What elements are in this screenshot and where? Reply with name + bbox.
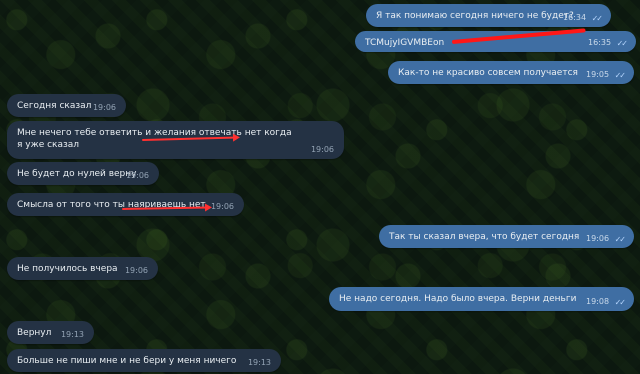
message-time: 16:35 <box>587 38 612 47</box>
message-time: 19:05 <box>585 70 610 79</box>
read-receipt-icon: ✓✓ <box>614 235 626 244</box>
message-meta: 19:08 ✓✓ <box>585 297 626 307</box>
incoming-message[interactable]: Больше не пиши мне и не бери у меня ниче… <box>7 349 281 372</box>
message-meta: 16:34 ✓✓ <box>562 13 603 23</box>
message-text: Вернул <box>17 328 52 338</box>
message-meta: 16:35 ✓✓ <box>587 38 628 48</box>
message-time: 19:13 <box>60 330 84 339</box>
message-text: TCMujyIGVMBEon <box>365 38 445 48</box>
read-receipt-icon: ✓✓ <box>616 39 628 48</box>
outgoing-message[interactable]: Так ты сказал вчера, что будет сегодня 1… <box>379 225 634 248</box>
outgoing-message[interactable]: TCMujyIGVMBEon 16:35 ✓✓ <box>355 31 636 52</box>
incoming-message[interactable]: Вернул 19:13 <box>7 321 94 344</box>
incoming-message[interactable]: Не будет до нулей верну 19:06 <box>7 162 159 185</box>
read-receipt-icon: ✓✓ <box>614 298 626 307</box>
message-text: Смысла от того что ты наяриваешь нет <box>17 200 206 210</box>
message-text: Не получилось вчера <box>17 264 118 274</box>
message-text: Так ты сказал вчера, что будет сегодня <box>389 232 580 242</box>
message-text: Сегодня сказал <box>17 101 92 111</box>
outgoing-message[interactable]: Не надо сегодня. Надо было вчера. Верни … <box>329 287 634 311</box>
chat-background <box>0 0 640 374</box>
message-time: 19:13 <box>247 358 271 367</box>
outgoing-message[interactable]: Я так понимаю сегодня ничего не будет? 1… <box>366 4 611 27</box>
message-time: 19:06 <box>125 171 149 180</box>
read-receipt-icon: ✓✓ <box>591 14 603 23</box>
message-text: Не будет до нулей верну <box>17 169 137 179</box>
message-meta: 19:06 ✓✓ <box>585 234 626 244</box>
message-time: 19:06 <box>210 202 234 211</box>
read-receipt-icon: ✓✓ <box>614 71 626 80</box>
message-time: 19:06 <box>585 234 610 243</box>
message-text: Я так понимаю сегодня ничего не будет? <box>376 11 574 21</box>
message-time: 19:06 <box>310 145 334 154</box>
outgoing-message[interactable]: Как-то не красиво совсем получается 19:0… <box>388 61 634 84</box>
message-time: 19:08 <box>585 297 610 306</box>
message-text: Не надо сегодня. Надо было вчера. Верни … <box>339 294 577 304</box>
message-text: Как-то не красиво совсем получается <box>398 68 578 78</box>
message-time: 16:34 <box>562 13 587 22</box>
incoming-message[interactable]: Сегодня сказал 19:06 <box>7 94 126 117</box>
message-time: 19:06 <box>92 103 116 112</box>
message-text: Больше не пиши мне и не бери у меня ниче… <box>17 356 237 366</box>
message-meta: 19:05 ✓✓ <box>585 70 626 80</box>
message-time: 19:06 <box>124 266 148 275</box>
incoming-message[interactable]: Не получилось вчера 19:06 <box>7 257 158 280</box>
